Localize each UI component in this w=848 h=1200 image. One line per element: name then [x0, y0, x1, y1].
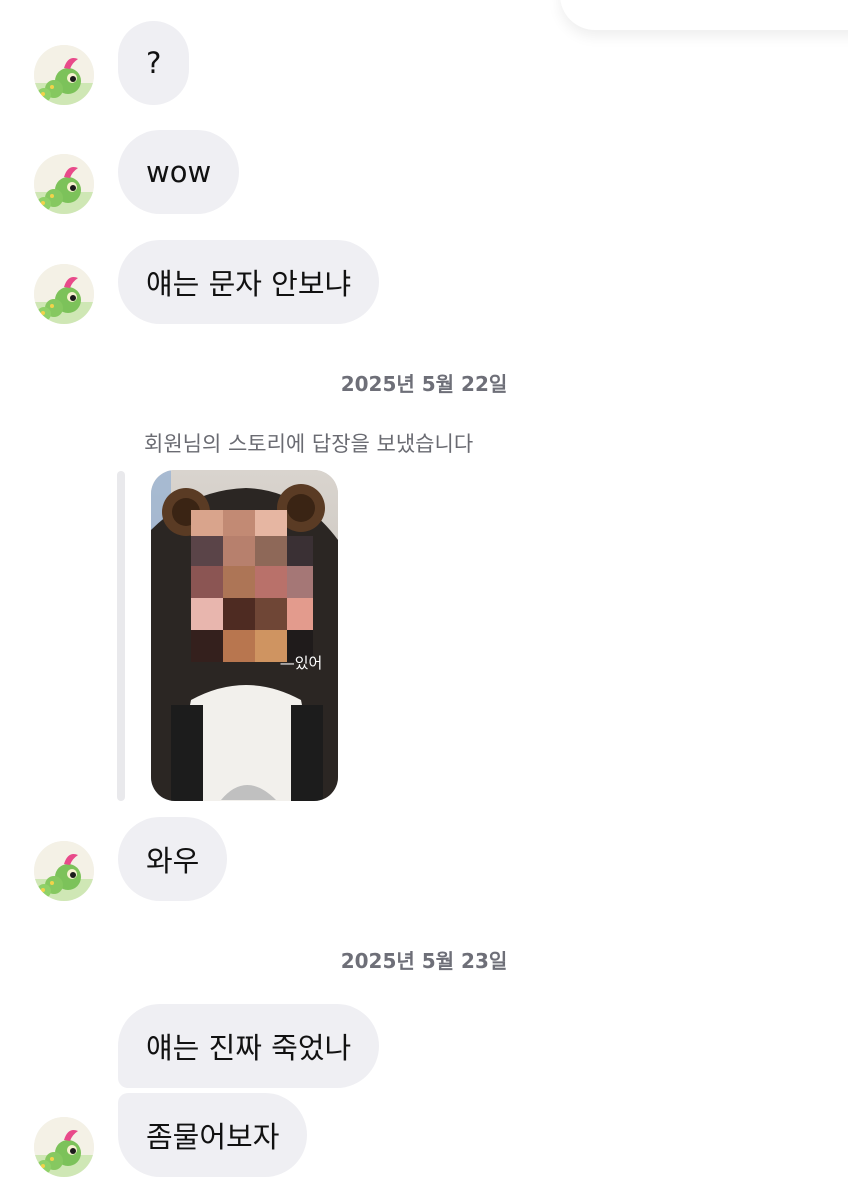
message-row: 좀물어보자	[0, 1093, 848, 1177]
date-separator: 2025년 5월 22일	[340, 372, 508, 396]
reply-quote-line	[117, 471, 125, 801]
message-bubble[interactable]: 좀물어보자	[118, 1093, 308, 1177]
message-text: 얘는 진짜 죽었나	[146, 1031, 352, 1065]
story-reply-note: 회원님의 스토리에 답장을 보냈습니다	[144, 432, 474, 456]
message-bubble[interactable]: 와우	[118, 817, 228, 901]
message-text: wow	[146, 155, 212, 189]
message-row: 와우	[0, 817, 848, 901]
story-caption: —있어	[280, 654, 323, 672]
message-bubble[interactable]: wow	[118, 130, 240, 214]
message-bubble[interactable]: 얘는 진짜 죽었나	[118, 1004, 380, 1088]
message-bubble[interactable]: ?	[118, 21, 190, 105]
message-text: 좀물어보자	[146, 1120, 280, 1154]
caterpie-avatar-icon[interactable]	[34, 45, 94, 105]
message-bubble[interactable]: 얘는 문자 안보냐	[118, 240, 380, 324]
message-text: 얘는 문자 안보냐	[146, 267, 352, 301]
date-separator: 2025년 5월 23일	[340, 949, 508, 973]
caterpie-avatar-icon[interactable]	[34, 154, 94, 214]
caterpie-avatar-icon[interactable]	[34, 1117, 94, 1177]
message-row: ?	[0, 21, 848, 105]
message-row: 얘는 진짜 죽었나	[0, 1004, 848, 1088]
caterpie-avatar-icon[interactable]	[34, 841, 94, 901]
message-text: 와우	[146, 844, 200, 878]
story-thumbnail[interactable]: —있어	[151, 470, 338, 801]
message-row: 얘는 문자 안보냐	[0, 240, 848, 324]
caterpie-avatar-icon[interactable]	[34, 264, 94, 324]
message-row: wow	[0, 130, 848, 214]
message-text: ?	[146, 46, 162, 80]
